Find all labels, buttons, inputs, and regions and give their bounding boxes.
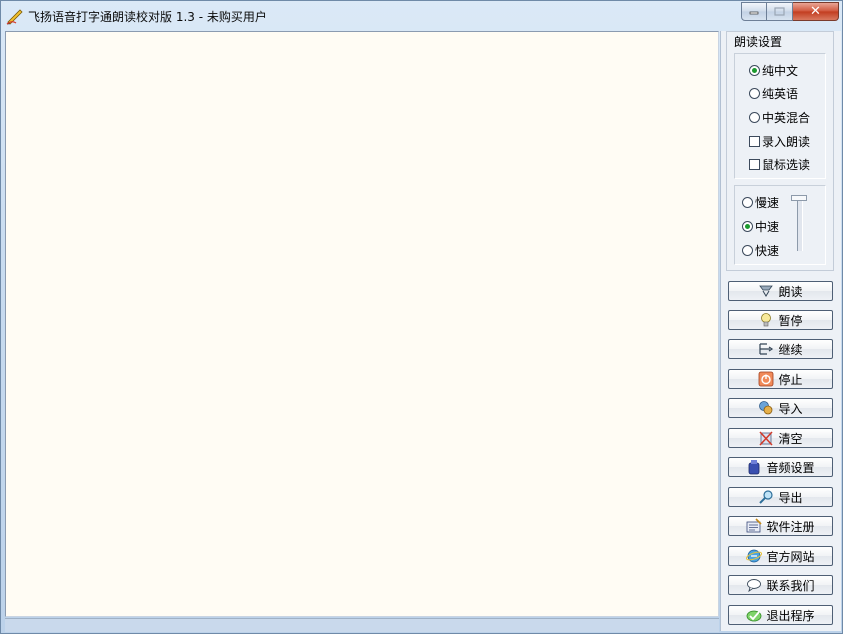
caption-buttons: ✕ <box>741 2 839 21</box>
lightbulb-icon <box>758 312 774 328</box>
speaker-icon <box>758 283 774 299</box>
contact-us-button[interactable]: 联系我们 <box>728 575 833 595</box>
mode-option-mixed[interactable]: 中英混合 <box>749 109 810 126</box>
status-bar <box>5 618 719 632</box>
radio-checked-icon <box>749 65 760 76</box>
maximize-icon <box>774 7 785 16</box>
minimize-icon <box>749 11 759 14</box>
continue-button[interactable]: 继续 <box>728 339 833 359</box>
audio-icon <box>746 459 762 475</box>
title-bar[interactable]: 飞扬语音打字通朗读校对版 1.3 - 未购买用户 ✕ <box>1 1 842 30</box>
radio-icon <box>749 88 760 99</box>
import-icon <box>758 400 774 416</box>
magnifier-icon <box>758 489 774 505</box>
checkbox-icon <box>749 136 760 147</box>
power-icon <box>758 371 774 387</box>
radio-icon <box>749 112 760 123</box>
mode-option-chinese[interactable]: 纯中文 <box>749 62 798 79</box>
app-pencil-icon <box>6 7 24 25</box>
stop-button[interactable]: 停止 <box>728 369 833 389</box>
mode-option-english[interactable]: 纯英语 <box>749 85 798 102</box>
checkbox-typing-read[interactable]: 录入朗读 <box>749 133 810 150</box>
radio-icon <box>742 197 753 208</box>
speed-option-medium[interactable]: 中速 <box>742 218 779 235</box>
speed-option-fast[interactable]: 快速 <box>742 242 779 259</box>
speed-slider-thumb[interactable] <box>791 195 807 201</box>
audio-settings-button[interactable]: 音频设置 <box>728 457 833 477</box>
radio-checked-icon <box>742 221 753 232</box>
checkbox-icon <box>749 159 760 170</box>
read-aloud-button[interactable]: 朗读 <box>728 281 833 301</box>
browser-icon <box>746 548 763 564</box>
reading-settings-title: 朗读设置 <box>733 33 784 50</box>
official-website-button[interactable]: 官方网站 <box>728 546 833 566</box>
text-editor[interactable] <box>5 31 719 617</box>
chat-bubble-icon <box>746 577 762 593</box>
window-title: 飞扬语音打字通朗读校对版 1.3 - 未购买用户 <box>28 10 267 24</box>
exit-check-icon <box>746 607 762 623</box>
clear-icon <box>758 430 774 446</box>
speed-slider-track[interactable] <box>797 199 803 251</box>
import-button[interactable]: 导入 <box>728 398 833 418</box>
clear-button[interactable]: 清空 <box>728 428 833 448</box>
close-button[interactable]: ✕ <box>793 2 839 21</box>
radio-icon <box>742 245 753 256</box>
pause-button[interactable]: 暂停 <box>728 310 833 330</box>
export-button[interactable]: 导出 <box>728 487 833 507</box>
speed-option-slow[interactable]: 慢速 <box>742 194 779 211</box>
maximize-button[interactable] <box>767 2 793 21</box>
register-icon <box>746 518 763 534</box>
exit-program-button[interactable]: 退出程序 <box>728 605 833 625</box>
close-icon: ✕ <box>810 4 821 19</box>
control-panel: 朗读设置 纯中文 纯英语 中英混合 录入朗读 鼠标选读 慢速 中速 快速 朗读 … <box>720 31 841 631</box>
minimize-button[interactable] <box>741 2 767 21</box>
register-software-button[interactable]: 软件注册 <box>728 516 833 536</box>
continue-arrow-icon <box>758 341 774 357</box>
app-window: 飞扬语音打字通朗读校对版 1.3 - 未购买用户 ✕ 朗读设置 纯中文 纯英语 … <box>0 0 843 634</box>
checkbox-mouse-select-read[interactable]: 鼠标选读 <box>749 156 810 173</box>
